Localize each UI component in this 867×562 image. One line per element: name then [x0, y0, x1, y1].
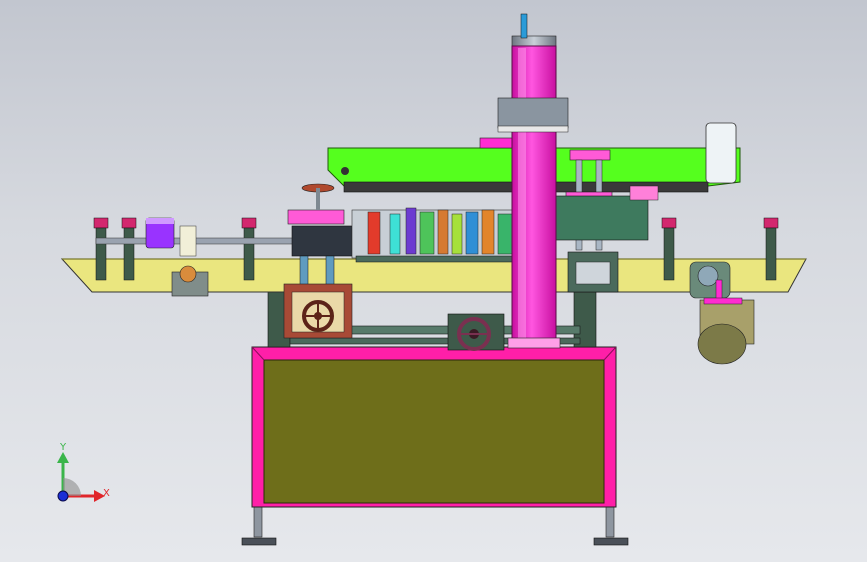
- label-reel-housing: [705, 122, 737, 184]
- z-axis-dot: [57, 490, 69, 502]
- guide-post-5: [763, 217, 779, 281]
- height-adjust-handwheel: [447, 313, 505, 351]
- guide-post-3: [241, 217, 257, 281]
- y-axis-arrowhead: [57, 452, 69, 463]
- machine-cabinet: [251, 346, 617, 508]
- y-axis-label: Y: [59, 442, 67, 453]
- leveling-foot-left: [241, 504, 277, 546]
- guide-post-1: [93, 217, 109, 281]
- guide-post-2: [121, 217, 137, 281]
- guide-post-4: [661, 217, 677, 281]
- coordinate-triad: Y X: [57, 442, 110, 502]
- x-axis-label: X: [103, 488, 110, 499]
- labeling-machine-drawing: Y X: [57, 13, 807, 546]
- label-roller-bank: [351, 207, 523, 263]
- cad-viewport[interactable]: Y X: [0, 0, 867, 562]
- leveling-foot-right: [593, 504, 629, 546]
